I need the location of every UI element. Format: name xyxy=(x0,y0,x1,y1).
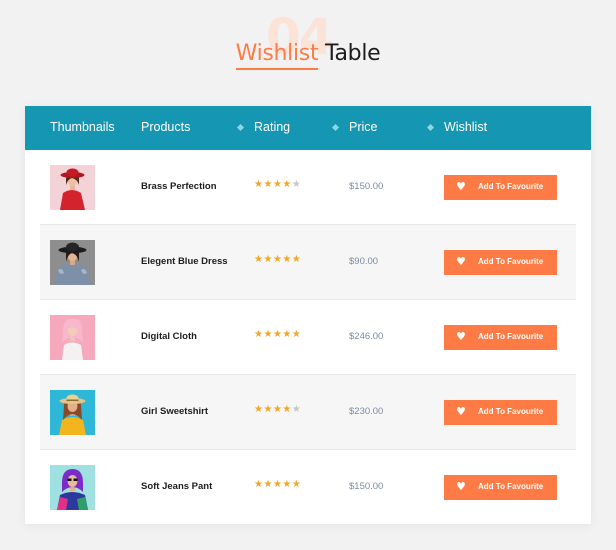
product-price: $150.00 xyxy=(349,481,384,492)
rating-stars: ★★★★★ xyxy=(254,180,301,190)
add-to-favourite-button[interactable]: ♥ Add To Favourite xyxy=(444,325,557,350)
product-thumbnail[interactable] xyxy=(50,390,95,435)
table-row: Digital Cloth ★★★★★ $246.00 ♥ Add To Fav… xyxy=(40,300,576,375)
table-row: Girl Sweetshirt ★★★★★ $230.00 ♥ Add To F… xyxy=(40,375,576,450)
title-rest-word: Table xyxy=(318,41,381,66)
product-name[interactable]: Digital Cloth xyxy=(141,332,197,342)
table-row: Elegent Blue Dress ★★★★★ $90.00 ♥ Add To… xyxy=(40,225,576,300)
title-accent-word: Wishlist xyxy=(235,41,319,70)
button-label: Add To Favourite xyxy=(478,257,544,266)
heart-icon: ♥ xyxy=(456,405,466,418)
product-price: $230.00 xyxy=(349,406,384,417)
column-divider-icon xyxy=(236,123,245,132)
page-title: Wishlist Table xyxy=(0,41,616,70)
column-header-products: Products xyxy=(141,120,191,134)
table-row: Soft Jeans Pant ★★★★★ $150.00 ♥ Add To F… xyxy=(40,450,576,525)
rating-stars: ★★★★★ xyxy=(254,480,301,490)
rating-stars: ★★★★★ xyxy=(254,330,301,340)
star-icon: ★ xyxy=(282,329,292,340)
add-to-favourite-button[interactable]: ♥ Add To Favourite xyxy=(444,400,557,425)
add-to-favourite-button[interactable]: ♥ Add To Favourite xyxy=(444,175,557,200)
star-icon: ★ xyxy=(272,404,283,415)
button-label: Add To Favourite xyxy=(478,182,544,191)
star-icon: ★ xyxy=(291,179,302,190)
product-price: $90.00 xyxy=(349,256,379,267)
product-name[interactable]: Girl Sweetshirt xyxy=(141,407,208,417)
star-icon: ★ xyxy=(282,479,292,490)
star-icon: ★ xyxy=(263,329,273,340)
star-icon: ★ xyxy=(291,329,302,340)
heart-icon: ♥ xyxy=(456,255,466,268)
column-header-price: Price xyxy=(349,120,378,134)
star-icon: ★ xyxy=(263,254,273,265)
star-icon: ★ xyxy=(263,479,273,490)
star-icon: ★ xyxy=(272,254,283,265)
product-name[interactable]: Soft Jeans Pant xyxy=(141,482,212,492)
star-icon: ★ xyxy=(282,254,292,265)
column-divider-icon xyxy=(331,123,340,132)
star-icon: ★ xyxy=(272,329,283,340)
column-header-rating: Rating xyxy=(254,120,291,134)
heart-icon: ♥ xyxy=(456,480,466,493)
star-icon: ★ xyxy=(282,404,292,415)
product-thumbnail[interactable] xyxy=(50,465,95,510)
product-name[interactable]: Brass Perfection xyxy=(141,182,217,192)
product-price: $150.00 xyxy=(349,181,384,192)
rating-stars: ★★★★★ xyxy=(254,255,301,265)
product-price: $246.00 xyxy=(349,331,384,342)
column-header-wishlist: Wishlist xyxy=(444,120,488,134)
add-to-favourite-button[interactable]: ♥ Add To Favourite xyxy=(444,250,557,275)
button-label: Add To Favourite xyxy=(478,407,544,416)
add-to-favourite-button[interactable]: ♥ Add To Favourite xyxy=(444,475,557,500)
button-label: Add To Favourite xyxy=(478,332,544,341)
star-icon: ★ xyxy=(291,404,302,415)
section-heading: 04 Wishlist Table xyxy=(0,12,616,82)
table-header: Thumbnails Products Rating Price Wishlis… xyxy=(25,106,591,150)
star-icon: ★ xyxy=(282,179,292,190)
rating-stars: ★★★★★ xyxy=(254,405,301,415)
product-name[interactable]: Elegent Blue Dress xyxy=(141,257,228,267)
heart-icon: ♥ xyxy=(456,180,466,193)
column-header-thumbnails: Thumbnails xyxy=(50,120,115,134)
column-divider-icon xyxy=(426,123,435,132)
star-icon: ★ xyxy=(272,179,283,190)
star-icon: ★ xyxy=(291,254,302,265)
star-icon: ★ xyxy=(272,479,283,490)
product-thumbnail[interactable] xyxy=(50,165,95,210)
star-icon: ★ xyxy=(263,179,273,190)
star-icon: ★ xyxy=(291,479,302,490)
product-thumbnail[interactable] xyxy=(50,240,95,285)
button-label: Add To Favourite xyxy=(478,482,544,491)
table-row: Brass Perfection ★★★★★ $150.00 ♥ Add To … xyxy=(40,150,576,225)
star-icon: ★ xyxy=(263,404,273,415)
heart-icon: ♥ xyxy=(456,330,466,343)
product-thumbnail[interactable] xyxy=(50,315,95,360)
wishlist-table: Thumbnails Products Rating Price Wishlis… xyxy=(25,106,591,524)
